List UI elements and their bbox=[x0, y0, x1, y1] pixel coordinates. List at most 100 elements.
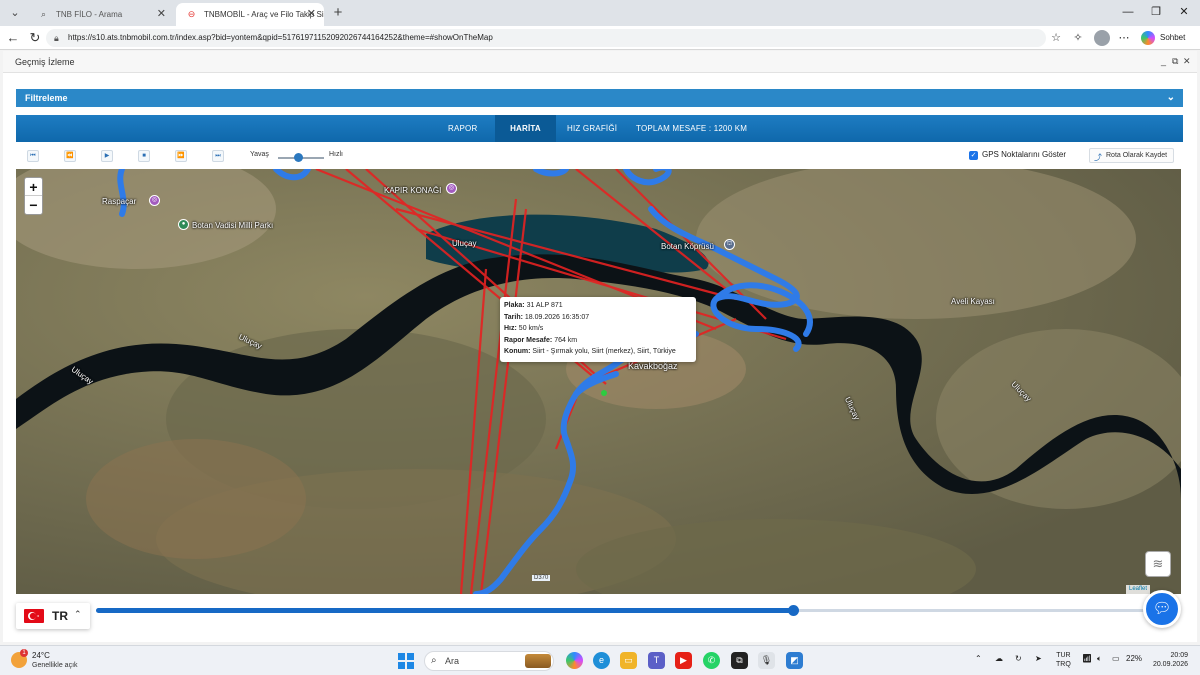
view-tabs: RAPOR HARİTA HIZ GRAFİĞİ TOPLAM MESAFE :… bbox=[16, 115, 1183, 142]
map-label-kapir: KAPIR KONAĞI bbox=[384, 186, 442, 195]
file-explorer-icon[interactable]: ▭ bbox=[620, 652, 637, 669]
speed-fast-label: Hızlı bbox=[329, 151, 343, 158]
timeline-knob[interactable] bbox=[787, 605, 799, 616]
update-icon[interactable]: ↻ bbox=[1015, 654, 1022, 663]
new-tab-button[interactable]: + bbox=[330, 4, 346, 22]
search-icon: ⌕ bbox=[40, 9, 47, 19]
battery-percent: 22% bbox=[1126, 654, 1143, 663]
landmark-icon[interactable]: ◎ bbox=[149, 195, 160, 206]
playback-controls: ⏮ ⏪ ▶ ■ ⏩ ⏭ Yavaş Hızlı ✓ GPS Noktaların… bbox=[16, 147, 1183, 167]
window-title: Geçmiş İzleme bbox=[15, 57, 75, 67]
map-label-botan-park: Botan Vadisi Milli Parkı bbox=[192, 221, 274, 230]
playback-timeline[interactable] bbox=[96, 605, 1160, 616]
timeline-progress bbox=[96, 608, 793, 613]
clock-time: 20:09 bbox=[1170, 652, 1188, 659]
map-label-aveli: Aveli Kayası bbox=[951, 297, 995, 306]
favorite-star-icon[interactable]: ☆ bbox=[1048, 30, 1064, 46]
skip-to-start-icon[interactable]: ⏮ bbox=[27, 150, 39, 162]
vehicle-info-popup[interactable]: Plaka: 31 ALP 871 Tarih: 18.09.2026 16:3… bbox=[500, 297, 696, 362]
show-hidden-icons[interactable]: ⌃ bbox=[975, 654, 982, 663]
tab-speed-chart[interactable]: HIZ GRAFİĞİ bbox=[567, 115, 617, 142]
location-value: Siirt - Şırmak yolu, Siirt (merkez), Sii… bbox=[532, 348, 676, 355]
system-clock[interactable]: 20:09 20.09.2026 bbox=[1150, 651, 1188, 669]
tab-report[interactable]: RAPOR bbox=[448, 115, 477, 142]
play-icon[interactable]: ▶ bbox=[101, 150, 113, 162]
speed-slider-knob[interactable] bbox=[294, 153, 303, 162]
taskbar-search[interactable]: ⌕ Ara bbox=[424, 651, 554, 671]
tab-map[interactable]: HARİTA bbox=[495, 115, 556, 142]
cloud-sync-icon[interactable]: ☁ bbox=[995, 654, 1003, 663]
rewind-icon[interactable]: ⏪ bbox=[64, 150, 76, 162]
gps-points-checkbox[interactable]: ✓ bbox=[969, 151, 978, 160]
zoom-out-button[interactable]: − bbox=[25, 196, 42, 214]
edge-browser-icon[interactable]: e bbox=[593, 652, 610, 669]
window-titlebar: Geçmiş İzleme _ ⧉ ✕ bbox=[3, 51, 1197, 73]
satellite-map[interactable]: + − Raspaçar ◎ ● Botan Vadisi Milli Park… bbox=[16, 169, 1181, 594]
chat-support-button[interactable]: 💬︎ bbox=[1143, 590, 1181, 628]
photos-icon[interactable]: ◩ bbox=[786, 652, 803, 669]
weather-temperature: 24°C bbox=[32, 651, 50, 660]
browser-tab-tnbmobil[interactable]: ⊖ TNBMOBİL - Araç ve Filo Takip Sis ✕ bbox=[176, 3, 324, 26]
turkey-flag-icon bbox=[24, 609, 44, 623]
site-info-icon[interactable]: 🔒︎ bbox=[54, 29, 59, 47]
close-window-icon[interactable]: ✕ bbox=[1174, 4, 1194, 20]
map-label-botan-bridge: Botan Köprüsü bbox=[661, 242, 714, 251]
capcut-icon[interactable]: ⧉ bbox=[731, 652, 748, 669]
map-label-kavakbogaz: Kavakboğaz bbox=[628, 361, 678, 371]
url-bar[interactable]: 🔒︎ https://s10.ats.tnbmobil.com.tr/index… bbox=[46, 29, 1046, 47]
youtube-icon[interactable]: ▶ bbox=[675, 652, 692, 669]
save-route-button[interactable]: ⤴ Rota Olarak Kaydet bbox=[1089, 148, 1175, 163]
whatsapp-icon[interactable]: ✆ bbox=[703, 652, 720, 669]
save-route-label: Rota Olarak Kaydet bbox=[1106, 152, 1168, 159]
minimize-icon[interactable]: — bbox=[1118, 4, 1138, 20]
language-code: TR bbox=[52, 609, 68, 623]
volume-icon[interactable]: 🔈︎ bbox=[1097, 654, 1102, 664]
back-arrow-icon[interactable]: ← bbox=[4, 29, 22, 47]
bridge-icon[interactable]: ⛫ bbox=[724, 239, 735, 250]
speed-label: Hız: bbox=[504, 325, 517, 332]
map-attribution[interactable]: Leaflet bbox=[1126, 585, 1151, 594]
close-tab-icon[interactable]: ✕ bbox=[157, 3, 166, 26]
layers-icon[interactable]: ≋ bbox=[1145, 551, 1171, 577]
reload-icon[interactable]: ↻ bbox=[26, 29, 44, 47]
browser-tab-strip: ⌄ ⌕ TNB FİLO - Arama ✕ ⊖ TNBMOBİL - Araç… bbox=[0, 0, 1200, 26]
collections-icon[interactable]: ✧ bbox=[1070, 30, 1086, 46]
window-close-icon[interactable]: ✕ bbox=[1183, 56, 1191, 67]
microphone-icon[interactable]: 🎙︎ bbox=[758, 652, 775, 669]
fast-forward-icon[interactable]: ⏩ bbox=[175, 150, 187, 162]
browser-tab-search[interactable]: ⌕ TNB FİLO - Arama ✕ bbox=[28, 3, 174, 26]
tab-title: TNB FİLO - Arama bbox=[56, 10, 123, 19]
distance-value: 764 km bbox=[554, 336, 578, 344]
distance-label: Rapor Mesafe: bbox=[504, 336, 553, 344]
window-minimize-icon[interactable]: _ bbox=[1161, 56, 1166, 66]
site-favicon-icon: ⊖ bbox=[187, 9, 196, 19]
landmark-icon[interactable]: ◎ bbox=[446, 183, 457, 194]
plate-value: 31 ALP 871 bbox=[526, 302, 563, 309]
maximize-icon[interactable]: ❐ bbox=[1146, 4, 1166, 20]
clock-date: 20.09.2026 bbox=[1152, 661, 1188, 668]
window-restore-icon[interactable]: ⧉ bbox=[1172, 56, 1178, 67]
language-selector[interactable]: TR ⌃ bbox=[16, 603, 90, 629]
battery-icon[interactable]: ▭ bbox=[1112, 654, 1120, 663]
zoom-in-button[interactable]: + bbox=[25, 178, 42, 196]
wifi-icon[interactable]: 📶︎ bbox=[1082, 654, 1092, 663]
send-icon[interactable]: ➤ bbox=[1035, 654, 1042, 663]
map-label-raspacar: Raspaçar bbox=[102, 197, 137, 206]
skip-to-end-icon[interactable]: ⏭ bbox=[212, 150, 224, 162]
park-icon[interactable]: ● bbox=[178, 219, 189, 230]
windows-start-icon[interactable] bbox=[398, 653, 414, 669]
date-label: Tarih: bbox=[504, 313, 523, 321]
profile-avatar[interactable] bbox=[1094, 30, 1110, 46]
more-menu-icon[interactable]: ⋯ bbox=[1116, 30, 1132, 46]
close-tab-icon[interactable]: ✕ bbox=[307, 3, 316, 26]
copilot-app-icon[interactable] bbox=[566, 652, 583, 669]
copilot-chat-button[interactable]: Sohbet et bbox=[1138, 29, 1200, 60]
stop-icon[interactable]: ■ bbox=[138, 150, 150, 162]
search-highlight-image bbox=[525, 654, 551, 668]
tab-actions-icon[interactable]: ⌄ bbox=[6, 4, 24, 22]
zoom-controls: + − bbox=[24, 177, 43, 215]
gps-points-label: GPS Noktalarını Göster bbox=[982, 150, 1067, 159]
filter-panel-header[interactable]: Filtreleme ⌄ bbox=[16, 89, 1183, 107]
teams-icon[interactable]: T bbox=[648, 652, 665, 669]
keyboard-language[interactable]: TUR TRQ bbox=[1056, 651, 1071, 669]
